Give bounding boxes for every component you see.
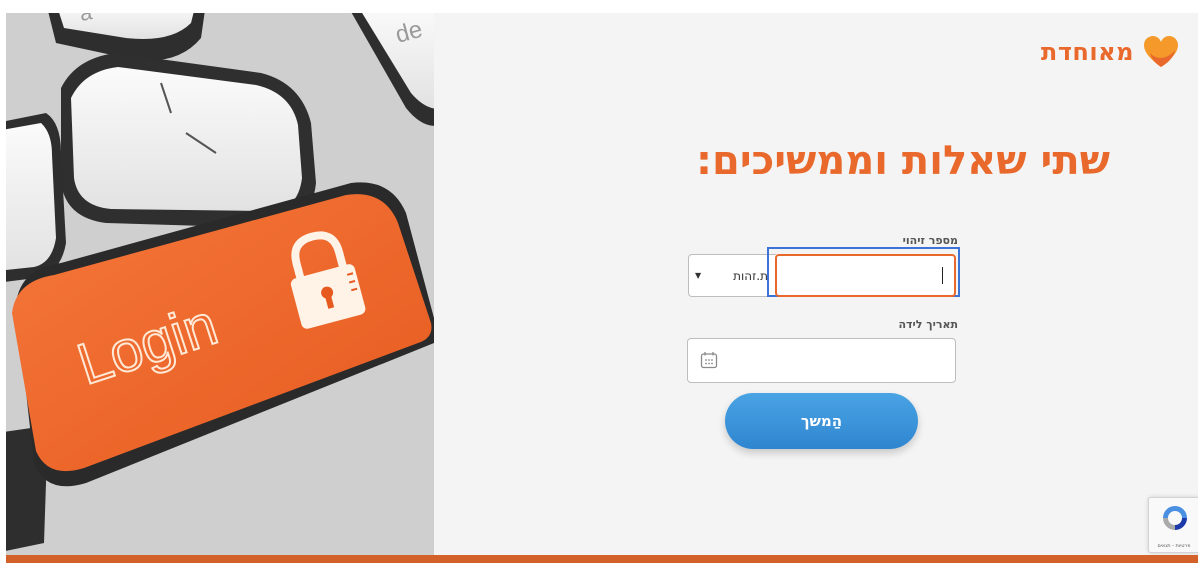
login-page: a de Login bbox=[0, 0, 1198, 563]
recaptcha-badge[interactable]: פרטיות - תנאים bbox=[1148, 497, 1198, 553]
footer-bar bbox=[6, 555, 1198, 563]
continue-button[interactable]: הַמשך bbox=[725, 393, 918, 449]
page-title: שתי שאלות וממשיכים: bbox=[695, 138, 1110, 184]
id-number-input[interactable] bbox=[775, 254, 956, 297]
birth-date-label: תאריך לידה bbox=[898, 318, 959, 331]
heart-logo-icon bbox=[1144, 36, 1178, 67]
keyboard-illustration: a de Login bbox=[6, 13, 434, 555]
brand-logo[interactable]: מאוחדת bbox=[1041, 35, 1180, 69]
dropdown-arrow-icon: ▼ bbox=[695, 271, 702, 280]
recaptcha-icon bbox=[1163, 506, 1187, 530]
id-type-select[interactable]: ▼ ת.זהות bbox=[688, 254, 776, 297]
login-keyboard-image: a de Login bbox=[6, 13, 434, 555]
calendar-icon[interactable] bbox=[700, 351, 718, 369]
id-type-selected-value: ת.זהות bbox=[733, 268, 768, 283]
text-caret bbox=[942, 267, 943, 284]
login-form-panel: מאוחדת שתי שאלות וממשיכים: מספר זיהוי ▼ … bbox=[434, 13, 1198, 555]
brand-name: מאוחדת bbox=[1040, 38, 1134, 66]
recaptcha-privacy-terms[interactable]: פרטיות - תנאים bbox=[1151, 543, 1197, 549]
id-number-label: מספר זיהוי bbox=[902, 234, 958, 247]
birth-date-input[interactable] bbox=[687, 338, 956, 383]
